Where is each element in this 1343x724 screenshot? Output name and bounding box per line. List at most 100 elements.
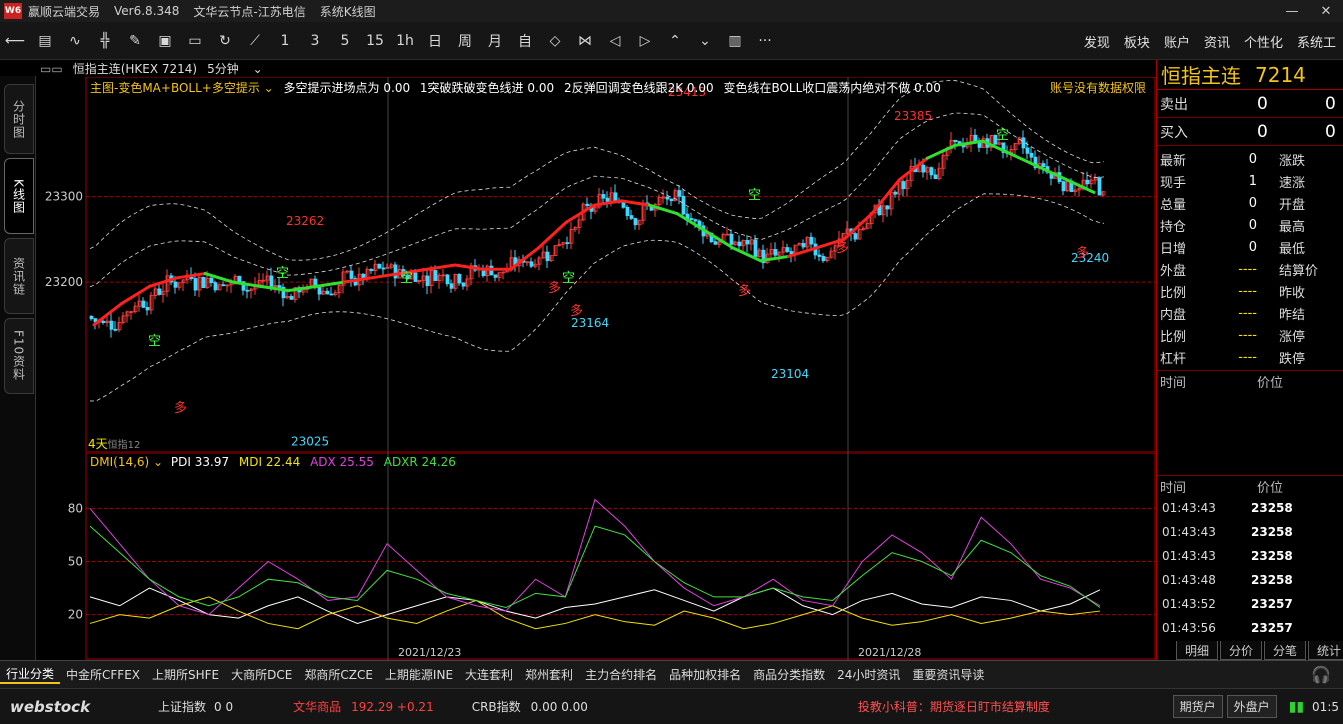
period-5[interactable]: 5 xyxy=(330,26,360,56)
x-tick-label: 2021/12/28 xyxy=(858,646,921,659)
period-1h[interactable]: 1h xyxy=(390,26,420,56)
close-icon[interactable]: ✕ xyxy=(1309,0,1343,22)
quote-label-2: 速涨 xyxy=(1279,175,1306,191)
list-icon[interactable]: ▤ xyxy=(30,26,60,56)
refresh-icon[interactable]: ↻ xyxy=(210,26,240,56)
minimize-icon[interactable]: — xyxy=(1275,0,1309,22)
signal-mark: 多 xyxy=(548,280,561,296)
menu-account[interactable]: 账户 xyxy=(1164,32,1190,51)
quote-rows: 最新 0 涨跌 现手 1 速涨 总量 0 开盘 持仓 0 最高 日增 0 最低 外盘 ---- 结算价 比例 ----… xyxy=(1157,146,1343,368)
sub-chart[interactable]: 20 50 80 2021/12/23 2021/12/28 DMI(14,6) ⌄ P… xyxy=(36,452,1156,660)
period-week[interactable]: 周 xyxy=(450,26,480,56)
candle-body xyxy=(377,263,382,269)
edu-notice[interactable]: 投教小科普：期货逐日盯市结算制度 xyxy=(858,698,1050,715)
back-icon[interactable]: ⟵ xyxy=(0,26,30,56)
layout-icon[interactable]: ▥ xyxy=(720,26,750,56)
menu-sector[interactable]: 板块 xyxy=(1124,32,1150,51)
exchange-tab[interactable]: 主力合约排名 xyxy=(579,666,663,683)
tick-header: 时间 价位 xyxy=(1157,476,1343,496)
candle-body xyxy=(529,261,534,267)
quote-value: 0 xyxy=(1248,239,1257,255)
exchange-tab[interactable]: 大商所DCE xyxy=(225,666,298,683)
right-icon[interactable]: ▷ xyxy=(630,26,660,56)
period-custom[interactable]: 自 xyxy=(510,26,540,56)
subchart-frame xyxy=(85,452,1156,660)
quote-row: 持仓 0 最高 xyxy=(1157,214,1343,236)
zoom-in-icon[interactable]: ◇ xyxy=(540,26,570,56)
menu-personalize[interactable]: 个性化 xyxy=(1244,32,1283,51)
dmi-series-adxr xyxy=(89,525,1101,609)
foreign-account-button[interactable]: 外盘户 xyxy=(1226,695,1277,718)
zoom-out-icon[interactable]: ⋈ xyxy=(570,26,600,56)
candle-body xyxy=(113,328,118,331)
tab-kline[interactable]: K线图 xyxy=(4,158,34,234)
tab-ticks[interactable]: 分笔 xyxy=(1264,641,1307,660)
exchange-tab[interactable]: 品种加权排名 xyxy=(663,666,747,683)
exchange-tab[interactable]: 重要资讯导读 xyxy=(906,666,990,683)
candle-body xyxy=(929,167,934,176)
tab-timeshare[interactable]: 分时图 xyxy=(4,84,34,154)
exchange-tab[interactable]: 商品分类指数 xyxy=(747,666,831,683)
period-15[interactable]: 15 xyxy=(360,26,390,56)
symbol-label[interactable]: 恒指主连(HKEX 7214) xyxy=(73,60,197,77)
index3-name[interactable]: CRB指数 xyxy=(472,698,521,715)
down-icon[interactable]: ⌄ xyxy=(690,26,720,56)
candle-body xyxy=(1029,152,1034,158)
ma-line-segment xyxy=(286,284,318,293)
exchange-tab[interactable]: 郑州套利 xyxy=(519,666,579,683)
candle-body xyxy=(613,192,618,202)
main-indicator-name[interactable]: 主图-变色MA+BOLL+多空提示 xyxy=(90,81,260,95)
index1-name[interactable]: 上证指数 xyxy=(158,698,206,715)
tab-news-chain[interactable]: 资讯链 xyxy=(4,238,34,314)
exchange-tab[interactable]: 中金所CFFEX xyxy=(60,666,146,683)
futures-account-button[interactable]: 期货户 xyxy=(1172,695,1223,718)
up-icon[interactable]: ⌃ xyxy=(660,26,690,56)
sub-indicator-name[interactable]: DMI(14,6) xyxy=(90,455,149,469)
index2-name[interactable]: 文华商品 xyxy=(293,698,341,715)
tab-stats[interactable]: 统计 xyxy=(1308,641,1343,660)
candle-body xyxy=(213,282,218,291)
tab-detail[interactable]: 明细 xyxy=(1176,641,1219,660)
tick-price: 23258 xyxy=(1251,501,1293,515)
adx-value: ADX 25.55 xyxy=(310,455,374,469)
exchange-tab[interactable]: 上期能源INE xyxy=(379,666,459,683)
quote-label: 持仓 xyxy=(1160,219,1187,235)
tab-f10[interactable]: F10资料 xyxy=(4,318,34,394)
menu-news[interactable]: 资讯 xyxy=(1204,32,1230,51)
timeline-icon[interactable]: ∿ xyxy=(60,26,90,56)
exchange-tab[interactable]: 大连套利 xyxy=(459,666,519,683)
trend-icon[interactable]: ⟋ xyxy=(240,26,270,56)
tab-price-dist[interactable]: 分价 xyxy=(1220,641,1263,660)
candle-body xyxy=(289,296,294,300)
exchange-tab[interactable]: 行业分类 xyxy=(0,665,61,684)
candle-body xyxy=(89,315,94,320)
save-icon[interactable]: ▭ xyxy=(180,26,210,56)
candle-body xyxy=(101,320,106,323)
menu-system[interactable]: 系统工 xyxy=(1297,32,1336,51)
kline-icon[interactable]: ╬ xyxy=(90,26,120,56)
main-chart[interactable]: 23200 23300 23262 23164 23413 23385 23104 23025… xyxy=(36,76,1156,453)
candle-body xyxy=(221,284,226,287)
left-icon[interactable]: ◁ xyxy=(600,26,630,56)
period-1[interactable]: 1 xyxy=(270,26,300,56)
menu-discover[interactable]: 发现 xyxy=(1084,32,1110,51)
panel-icon[interactable]: ▣ xyxy=(150,26,180,56)
period-day[interactable]: 日 xyxy=(420,26,450,56)
quote-label: 比例 xyxy=(1160,329,1187,345)
draw-icon[interactable]: ✎ xyxy=(120,26,150,56)
candle-body xyxy=(773,248,778,256)
candle-body xyxy=(605,197,610,202)
exchange-tab[interactable]: 上期所SHFE xyxy=(146,666,225,683)
more-button[interactable]: ··· xyxy=(750,26,780,56)
exchange-tab[interactable]: 24小时资讯 xyxy=(831,666,906,683)
period-selector[interactable]: 5分钟 ⌄ xyxy=(207,60,273,77)
period-3[interactable]: 3 xyxy=(300,26,330,56)
exchange-tab[interactable]: 郑商所CZCE xyxy=(298,666,379,683)
period-month[interactable]: 月 xyxy=(480,26,510,56)
tick-empty-area xyxy=(1157,391,1343,475)
candle-body xyxy=(737,241,742,247)
ma-line-segment xyxy=(620,199,652,207)
status-bar: webstock 上证指数 0 0 文华商品 192.29 +0.21 CRB指… xyxy=(0,688,1343,724)
x-tick-label: 2021/12/23 xyxy=(398,646,461,659)
headset-icon[interactable]: 🎧 xyxy=(1311,665,1331,684)
